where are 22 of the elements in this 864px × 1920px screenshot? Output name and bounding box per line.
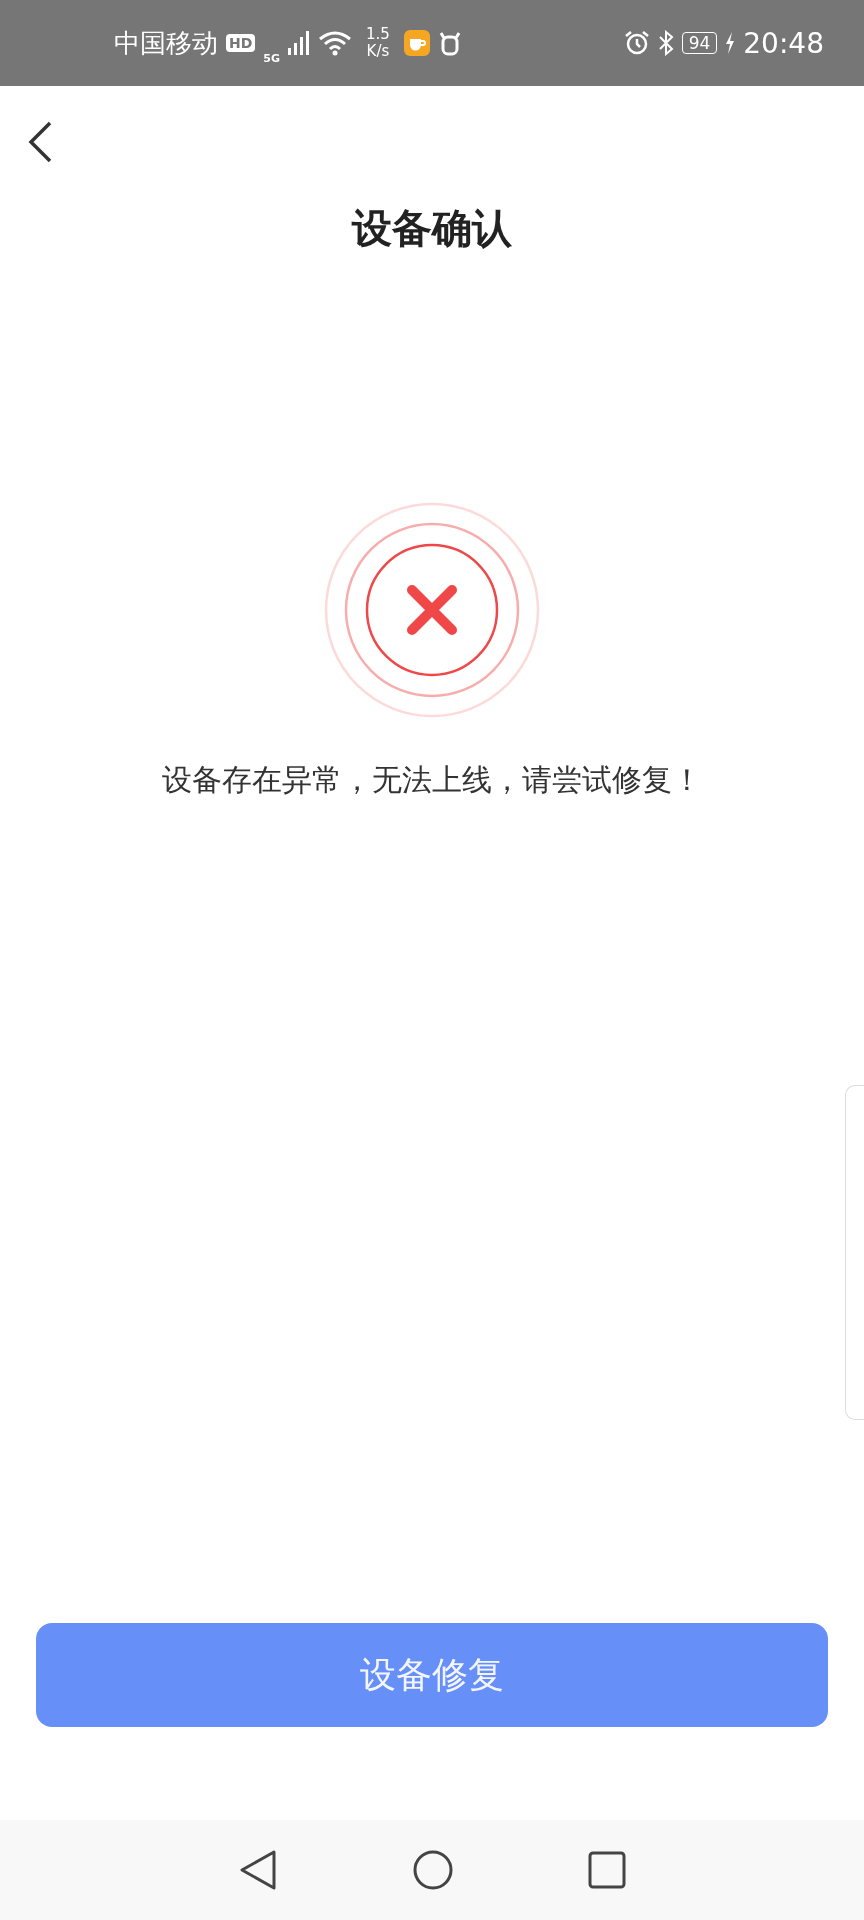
page-title: 设备确认 — [350, 204, 513, 252]
clock-time: 20:48 — [743, 26, 824, 60]
network-type: 5G — [263, 51, 281, 65]
hd-badge: HD — [226, 34, 256, 52]
wifi-icon — [318, 30, 353, 56]
side-handle[interactable] — [845, 1085, 864, 1420]
charging-icon — [725, 32, 736, 54]
carrier-name: 中国移动 — [114, 26, 218, 60]
speed-unit: K/s — [366, 43, 390, 61]
bluetooth-icon — [657, 30, 674, 56]
cup-icon — [403, 30, 430, 56]
signal-icon — [288, 31, 311, 55]
alarm-icon — [623, 30, 650, 56]
speed-value: 1.5 — [366, 25, 390, 43]
back-icon[interactable] — [26, 120, 54, 164]
repair-button[interactable]: 设备修复 — [36, 1623, 828, 1727]
status-message: 设备存在异常，无法上线，请尝试修复！ — [161, 761, 703, 799]
cow-icon — [437, 30, 462, 56]
back-nav-icon[interactable] — [238, 1849, 278, 1891]
home-nav-icon[interactable] — [412, 1849, 454, 1891]
recents-nav-icon[interactable] — [588, 1851, 626, 1889]
battery-level: 94 — [681, 32, 718, 54]
